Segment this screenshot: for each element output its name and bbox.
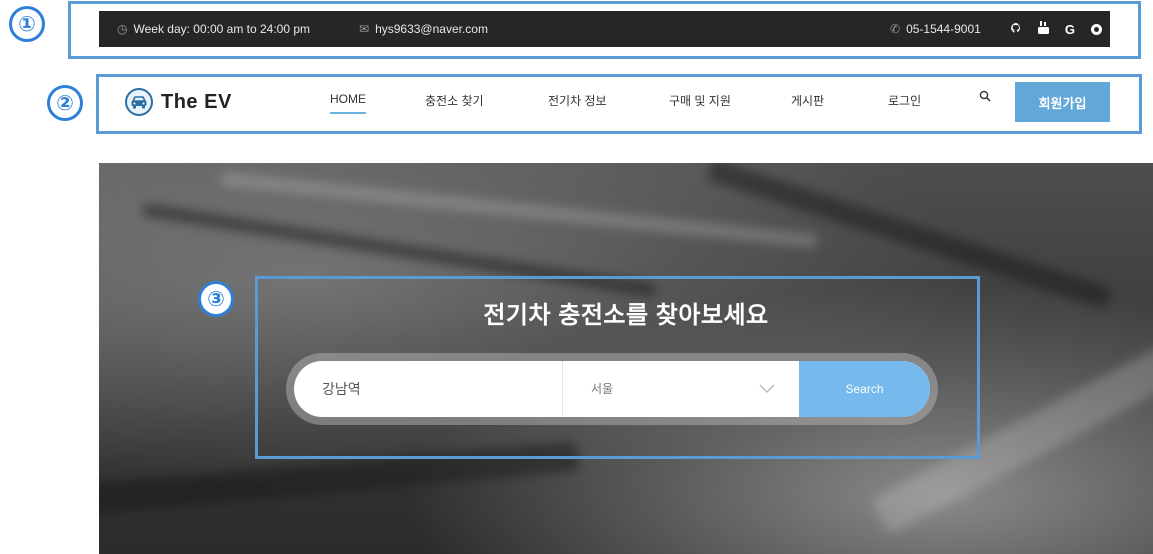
search-icon[interactable] bbox=[979, 90, 991, 105]
signup-button[interactable]: 회원가입 bbox=[1015, 82, 1110, 122]
main-navbar: The EV HOME 충전소 찾기 전기차 정보 구매 및 지원 게시판 로그… bbox=[99, 77, 1139, 131]
business-hours: ◷ Week day: 00:00 am to 24:00 pm bbox=[117, 11, 310, 47]
nav-home[interactable]: HOME bbox=[330, 92, 366, 114]
annotation-marker-2: ② bbox=[47, 85, 83, 121]
google-icon[interactable]: G bbox=[1065, 22, 1075, 37]
business-hours-text: Week day: 00:00 am to 24:00 pm bbox=[133, 22, 311, 36]
social-links: G bbox=[1010, 11, 1102, 47]
other-social-icon[interactable] bbox=[1091, 23, 1102, 35]
nav-login[interactable]: 로그인 bbox=[888, 92, 921, 109]
contact-phone-text[interactable]: 05-1544-9001 bbox=[906, 22, 981, 36]
nav-purchase-support[interactable]: 구매 및 지원 bbox=[669, 92, 731, 109]
contact-phone[interactable]: ✆ 05-1544-9001 bbox=[890, 11, 981, 47]
contact-email[interactable]: ✉ hys9633@naver.com bbox=[359, 11, 488, 47]
annotation-marker-1: ① bbox=[9, 6, 45, 42]
phone-icon: ✆ bbox=[890, 22, 901, 36]
site-logo[interactable]: The EV bbox=[125, 88, 232, 116]
top-info-bar: ◷ Week day: 00:00 am to 24:00 pm ✉ hys96… bbox=[99, 11, 1110, 47]
logo-text: The EV bbox=[161, 90, 232, 113]
annotation-marker-3: ③ bbox=[198, 281, 234, 317]
nav-find-charger[interactable]: 충전소 찾기 bbox=[425, 92, 484, 109]
nav-ev-info[interactable]: 전기차 정보 bbox=[548, 92, 607, 109]
youtube-icon[interactable] bbox=[1037, 21, 1049, 37]
github-icon[interactable] bbox=[1010, 22, 1022, 37]
annotation-outline-3 bbox=[255, 276, 980, 459]
contact-email-text[interactable]: hys9633@naver.com bbox=[375, 22, 488, 36]
clock-icon: ◷ bbox=[117, 22, 128, 36]
nav-board[interactable]: 게시판 bbox=[791, 92, 824, 109]
envelope-icon: ✉ bbox=[359, 22, 370, 36]
car-icon bbox=[125, 88, 153, 116]
